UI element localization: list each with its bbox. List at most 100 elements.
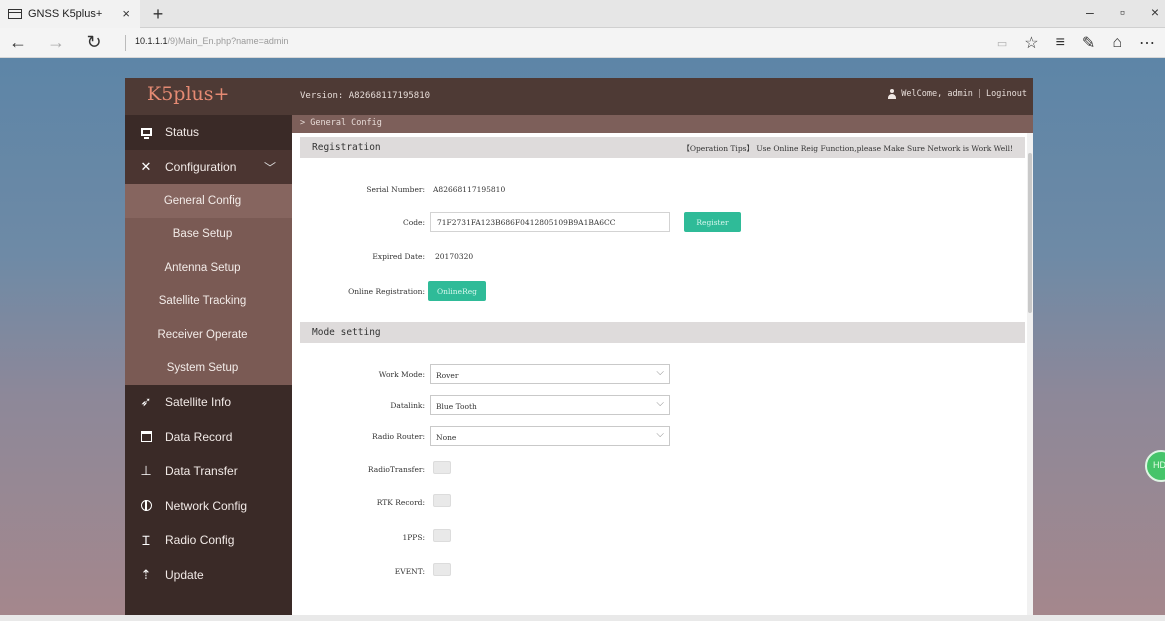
sidebar-subitem-satellite-tracking[interactable]: Satellite Tracking — [125, 284, 292, 318]
sidebar-item-status[interactable]: Status — [125, 115, 292, 150]
tab-title: GNSS K5plus+ — [28, 8, 103, 20]
main-content: > General Config Registration 【Operation… — [292, 115, 1033, 621]
url-path: /9)Main_En.php?name=admin — [167, 36, 289, 46]
network-icon — [139, 499, 153, 513]
registration-header: Registration 【Operation Tips】 Use Online… — [300, 137, 1025, 158]
datalink-value: Blue Tooth — [436, 402, 477, 411]
sidebar-item-label: Update — [165, 567, 204, 582]
sidebar-item-radio-config[interactable]: Ɪ Radio Config — [125, 523, 292, 558]
upload-icon: ⇡ — [140, 566, 152, 582]
hub-icon[interactable]: ≡ — [1056, 34, 1065, 52]
rtk-record-label: RTK Record: — [376, 498, 425, 507]
datalink-select[interactable]: Blue Tooth ⌵ — [430, 395, 670, 415]
sidebar-item-label: Data Transfer — [165, 464, 238, 479]
tools-icon: ✕ — [140, 158, 152, 174]
expired-date-label: Expired Date: — [372, 252, 425, 261]
sidebar-item-data-record[interactable]: Data Record — [125, 420, 292, 455]
mode-setting-header: Mode setting — [300, 322, 1025, 343]
sidebar: Status ✕ Configuration ﹀ General Config … — [125, 115, 292, 621]
radio-router-value: None — [436, 433, 457, 442]
floating-help-button[interactable]: HD — [1145, 450, 1165, 482]
forward-icon[interactable]: → — [46, 32, 66, 53]
welcome-text: WelCome, admin — [901, 89, 973, 99]
close-window-icon[interactable]: × — [1151, 4, 1159, 20]
serial-number-value: A82668117195810 — [433, 185, 506, 194]
notes-icon[interactable]: ✎ — [1082, 33, 1095, 53]
sidebar-item-label: Data Record — [165, 429, 233, 444]
expired-date-value: 20170320 — [435, 252, 474, 261]
pps-label: 1PPS: — [402, 533, 425, 542]
monitor-icon — [139, 125, 153, 140]
horizontal-scrollbar[interactable] — [0, 615, 1165, 621]
satellite-icon: ➶ — [140, 394, 152, 410]
breadcrumb-bar: > General Config — [292, 115, 1033, 133]
datalink-label: Datalink: — [390, 401, 425, 410]
reading-view-icon[interactable]: ▭ — [997, 37, 1007, 50]
app-header: K5plus+ Version: A82668117195810 WelCome… — [125, 78, 1033, 115]
share-icon[interactable]: ⌂ — [1112, 34, 1122, 52]
chevron-down-icon: ⌵ — [656, 398, 664, 409]
rtk-record-toggle[interactable] — [433, 494, 451, 507]
online-reg-button[interactable]: OnlineReg — [428, 281, 486, 301]
browser-tab[interactable]: GNSS K5plus+ × — [0, 0, 140, 28]
mode-setting-title: Mode setting — [312, 327, 381, 338]
radio-transfer-toggle[interactable] — [433, 461, 451, 474]
sidebar-item-label: Network Config — [165, 498, 248, 513]
transfer-icon: ⊥ — [140, 463, 152, 479]
scrollbar-thumb[interactable] — [1028, 153, 1032, 313]
address-bar-actions: ▭ ☆ ≡ ✎ ⌂ ⋯ — [997, 33, 1155, 53]
radio-transfer-label: RadioTransfer: — [367, 465, 425, 474]
sidebar-item-configuration[interactable]: ✕ Configuration ﹀ — [125, 149, 292, 184]
calendar-icon — [139, 430, 153, 444]
work-mode-value: Rover — [436, 371, 459, 380]
work-mode-select[interactable]: Rover ⌵ — [430, 364, 670, 384]
sidebar-item-satellite-info[interactable]: ➶ Satellite Info — [125, 385, 292, 420]
page-background: K5plus+ Version: A82668117195810 WelCome… — [0, 58, 1165, 621]
sidebar-subitem-system-setup[interactable]: System Setup — [125, 351, 292, 385]
code-label: Code: — [402, 218, 425, 227]
page-icon — [8, 9, 22, 19]
sidebar-item-label: Radio Config — [165, 533, 235, 548]
url-field[interactable]: 10.1.1.1/9)Main_En.php?name=admin — [135, 36, 288, 46]
close-tab-icon[interactable]: × — [122, 6, 130, 21]
more-icon[interactable]: ⋯ — [1139, 33, 1155, 53]
refresh-icon[interactable]: ↻ — [84, 32, 104, 53]
radio-router-select[interactable]: None ⌵ — [430, 426, 670, 446]
registration-title: Registration — [312, 142, 381, 153]
sidebar-subitem-receiver-operate[interactable]: Receiver Operate — [125, 318, 292, 352]
pps-toggle[interactable] — [433, 529, 451, 542]
sidebar-subitem-general-config[interactable]: General Config — [125, 184, 292, 218]
breadcrumb: > General Config — [300, 118, 382, 128]
sidebar-item-data-transfer[interactable]: ⊥ Data Transfer — [125, 454, 292, 489]
event-toggle[interactable] — [433, 563, 451, 576]
sidebar-item-update[interactable]: ⇡ Update — [125, 558, 292, 593]
maximize-icon[interactable]: ▫ — [1120, 4, 1125, 20]
radio-router-label: Radio Router: — [372, 432, 425, 441]
minimize-icon[interactable]: – — [1086, 4, 1094, 20]
favorite-icon[interactable]: ☆ — [1024, 33, 1038, 53]
logout-link[interactable]: Loginout — [986, 89, 1027, 99]
sidebar-item-label: Satellite Info — [165, 395, 232, 410]
operation-tips: 【Operation Tips】 Use Online Reig Functio… — [682, 144, 1013, 153]
version-text: Version: A82668117195810 — [300, 91, 431, 101]
sidebar-item-label: Status — [165, 125, 200, 140]
new-tab-button[interactable]: + — [148, 4, 168, 25]
chevron-down-icon: ⌵ — [656, 429, 664, 440]
sidebar-subitem-base-setup[interactable]: Base Setup — [125, 217, 292, 251]
online-registration-label: Online Registration: — [348, 287, 425, 296]
user-area: WelCome, admin | Loginout — [887, 89, 1027, 99]
work-mode-label: Work Mode: — [378, 370, 425, 379]
url-host: 10.1.1.1 — [135, 36, 168, 46]
back-icon[interactable]: ← — [8, 32, 28, 53]
header-separator: | — [976, 89, 983, 99]
browser-tab-bar: GNSS K5plus+ × + – ▫ × — [0, 0, 1165, 28]
sidebar-subitem-antenna-setup[interactable]: Antenna Setup — [125, 251, 292, 285]
serial-number-label: Serial Number: — [366, 185, 425, 194]
code-input[interactable]: 71F2731FA123B686F0412805109B9A1BA6CC — [430, 212, 670, 232]
user-icon — [887, 89, 897, 99]
scrollbar[interactable] — [1027, 133, 1033, 621]
sidebar-item-network-config[interactable]: Network Config — [125, 489, 292, 524]
chevron-down-icon: ⌵ — [656, 367, 664, 378]
register-button[interactable]: Register — [684, 212, 741, 232]
event-label: EVENT: — [394, 567, 425, 576]
